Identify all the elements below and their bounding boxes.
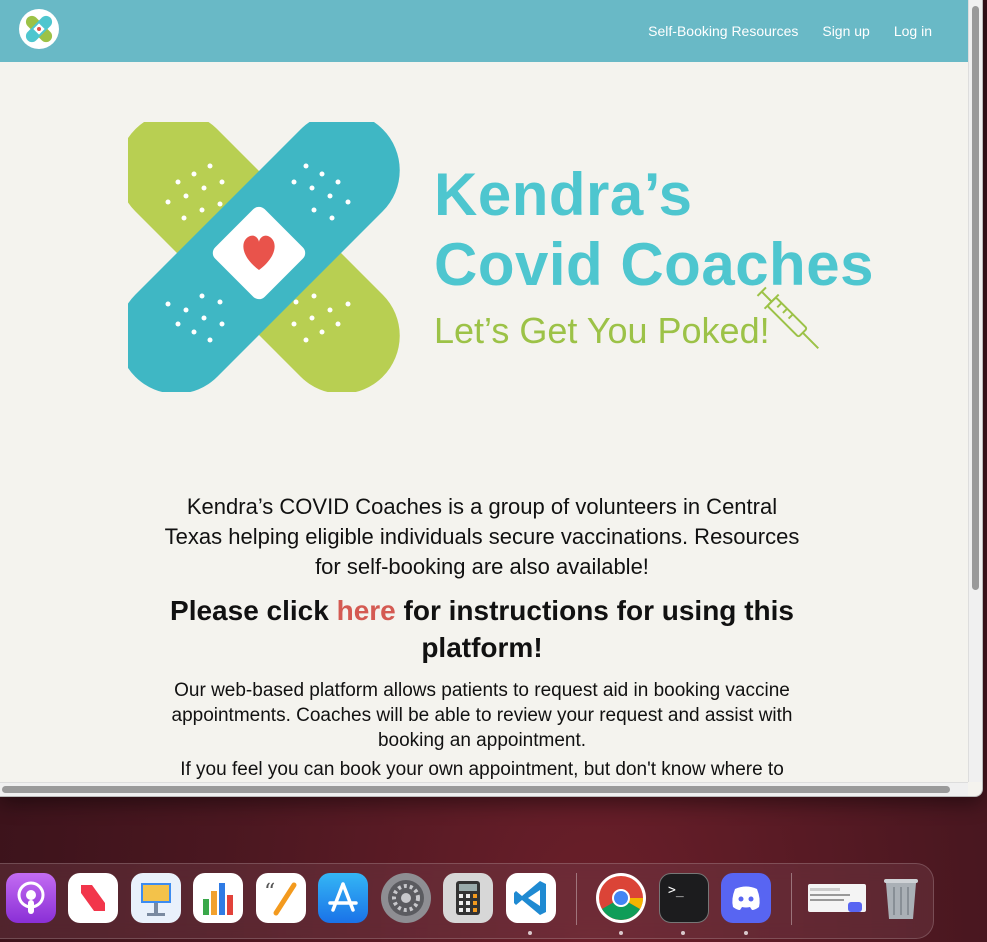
hero-tagline: Let’s Get You Poked! (434, 310, 770, 351)
nav-signup-link[interactable]: Sign up (822, 23, 869, 39)
numbers-icon[interactable] (193, 873, 243, 923)
dock-separator (791, 873, 792, 925)
podcasts-icon[interactable] (6, 873, 56, 923)
app-store-icon[interactable] (318, 873, 368, 923)
system-preferences-icon[interactable] (381, 873, 431, 923)
running-indicator (619, 931, 623, 935)
nav-login-link[interactable]: Log in (894, 23, 932, 39)
horizontal-scroll-thumb[interactable] (2, 786, 950, 793)
running-indicator (681, 931, 685, 935)
hero-title-line1: Kendra’s (434, 161, 693, 228)
navbar: Self-Booking Resources Sign up Log in (0, 0, 968, 62)
terminal-icon[interactable]: >_ (659, 873, 709, 923)
keynote-icon[interactable] (131, 873, 181, 923)
svg-text:“: “ (264, 880, 275, 905)
platform-description: Our web-based platform allows patients t… (171, 680, 793, 751)
running-indicator (744, 931, 748, 935)
instructions-heading: Please click here for instructions for u… (160, 592, 804, 666)
nav-links: Self-Booking Resources Sign up Log in (648, 23, 932, 39)
page-content: Kendra’s Covid Coaches Let’s Get You Pok… (0, 62, 968, 782)
site-logo-icon[interactable] (19, 9, 59, 49)
nav-self-booking-link[interactable]: Self-Booking Resources (648, 23, 798, 39)
chrome-icon[interactable] (596, 873, 646, 923)
vscode-icon[interactable] (506, 873, 556, 923)
svg-text:>_: >_ (668, 883, 684, 898)
trash-icon[interactable] (876, 873, 926, 923)
instructions-here-link[interactable]: here (337, 595, 396, 626)
browser-window: Self-Booking Resources Sign up Log in Ke… (0, 0, 983, 797)
instructions-prefix: Please click (170, 595, 337, 626)
news-icon[interactable] (68, 873, 118, 923)
self-booking-text: If you feel you can book your own appoin… (180, 759, 784, 780)
discord-icon[interactable] (721, 873, 771, 923)
calculator-icon[interactable] (443, 873, 493, 923)
vertical-scroll-thumb[interactable] (972, 6, 979, 590)
pages-icon[interactable]: “ (256, 873, 306, 923)
intro-text: Kendra’s COVID Coaches is a group of vol… (164, 494, 800, 579)
intro-section: Kendra’s COVID Coaches is a group of vol… (160, 492, 804, 782)
instructions-suffix: for instructions for using this platform… (395, 595, 794, 663)
window-preview-icon[interactable] (808, 884, 866, 912)
hero-title-line2: Covid Coaches (434, 231, 874, 298)
running-indicator (528, 931, 532, 935)
dock-separator (576, 873, 577, 925)
